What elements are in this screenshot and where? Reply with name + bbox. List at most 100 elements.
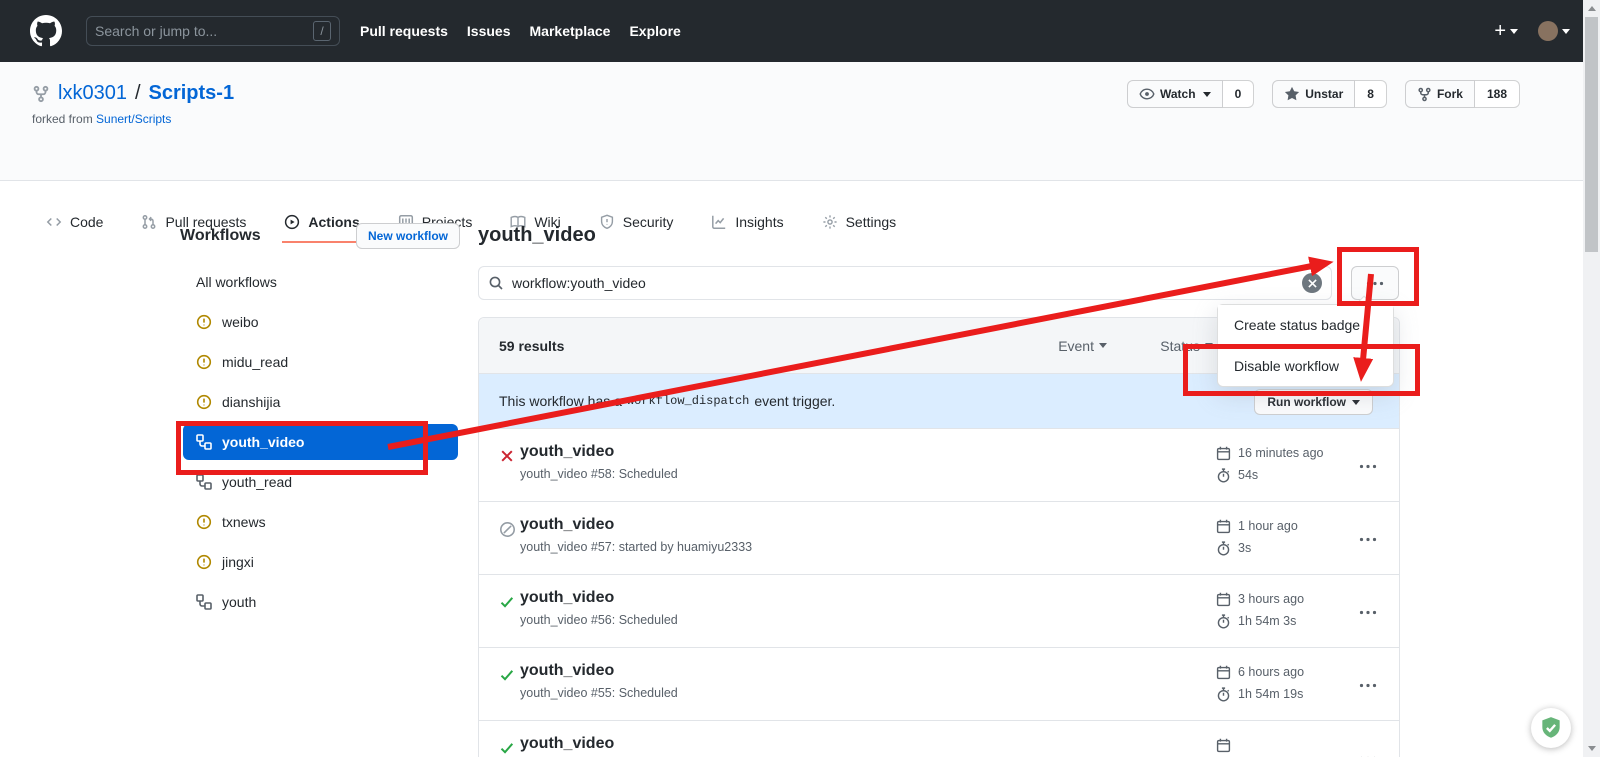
check-icon [499,740,515,757]
runs-search-input[interactable] [512,275,1294,291]
forked-from-note: forked from Sunert/Scripts [32,112,171,126]
alert-icon [196,314,212,330]
tab-code[interactable]: Code [44,202,105,243]
top-nav-links: Pull requests Issues Marketplace Explore [360,23,681,39]
chevron-down-icon [1562,29,1570,34]
unstar-button[interactable]: Unstar [1272,80,1355,108]
topbar-right-controls: + [1494,21,1570,41]
plus-icon: + [1494,21,1506,41]
chevron-down-icon [1352,400,1360,405]
sidebar-item-youth[interactable]: youth [180,582,460,622]
chevron-down-icon [1099,343,1107,348]
gear-icon [822,214,838,230]
run-meta [1216,734,1238,757]
nav-issues[interactable]: Issues [467,23,511,39]
run-info: youth_video youth_video #56: Scheduled [520,589,678,627]
calendar-icon [1216,665,1231,680]
fork-label: Fork [1437,87,1463,101]
top-navigation-bar: / Pull requests Issues Marketplace Explo… [0,0,1600,62]
create-new-dropdown[interactable]: + [1494,21,1518,41]
star-count[interactable]: 8 [1355,80,1387,108]
run-options-button[interactable] [1359,456,1377,474]
annotation-box-youth-video [176,421,428,475]
new-workflow-button[interactable]: New workflow [356,223,460,249]
user-menu[interactable] [1538,21,1570,41]
repo-owner-link[interactable]: lxk0301 [58,82,127,105]
fork-count[interactable]: 188 [1475,80,1520,108]
run-description: youth_video #55: Scheduled [520,686,678,700]
menu-item-create-status-badge[interactable]: Create status badge [1218,305,1393,345]
sidebar-item-dianshijia[interactable]: dianshijia [180,382,460,422]
run-options-button[interactable] [1359,675,1377,693]
watch-button[interactable]: Watch [1127,80,1223,108]
scrollbar-thumb[interactable] [1585,17,1598,252]
run-workflow-label: Run workflow [1267,395,1346,409]
run-title-link[interactable]: youth_video [520,589,678,607]
sidebar-item-txnews[interactable]: txnews [180,502,460,542]
sidebar-item-weibo[interactable]: weibo [180,302,460,342]
run-options-button[interactable] [1359,748,1377,757]
adblock-shield-button[interactable] [1531,708,1571,748]
scrollbar-up-arrow[interactable] [1583,0,1600,17]
run-duration: 54s [1238,468,1258,482]
fork-source-link[interactable]: Sunert/Scripts [96,112,171,126]
sidebar-item-jingxi[interactable]: jingxi [180,542,460,582]
global-search-input[interactable] [95,23,313,39]
runs-search-box [478,266,1332,300]
fork-button[interactable]: Fork [1405,80,1475,108]
stopwatch-icon [1216,541,1231,556]
repo-tabs: Code Pull requests Actions Projects Wiki… [44,202,898,243]
forked-from-text: forked from [32,112,93,126]
fork-button-group: Fork 188 [1405,80,1520,108]
run-title-link[interactable]: youth_video [520,516,752,534]
nav-explore[interactable]: Explore [629,23,680,39]
run-info: youth_video youth_video #57: started by … [520,516,752,554]
run-title-link[interactable]: youth_video [520,662,678,680]
scrollbar-down-arrow[interactable] [1583,740,1600,757]
unstar-label: Unstar [1305,87,1343,101]
event-filter-dropdown[interactable]: Event [1058,338,1107,354]
chevron-down-icon [1203,92,1211,97]
repo-name-link[interactable]: Scripts-1 [149,82,235,105]
sidebar-item-all-workflows[interactable]: All workflows [180,262,460,302]
workflows-title: Workflows [180,227,261,245]
run-meta: 6 hours ago 1h 54m 19s [1216,661,1304,705]
sidebar-item-midu-read[interactable]: midu_read [180,342,460,382]
results-count: 59 results [499,338,564,354]
tab-security[interactable]: Security [597,202,676,243]
nav-pull-requests[interactable]: Pull requests [360,23,448,39]
alert-icon [196,514,212,530]
star-icon [1284,86,1300,102]
run-options-button[interactable] [1359,602,1377,620]
page-scrollbar[interactable] [1583,0,1600,757]
alert-icon [196,554,212,570]
banner-text: This workflow has a [499,393,622,409]
annotation-box-options-button [1337,247,1419,306]
run-meta: 1 hour ago 3s [1216,515,1298,559]
tab-label: Security [623,214,674,230]
repo-action-buttons: Watch 0 Unstar 8 Fo [1127,80,1520,108]
repository-header: lxk0301 / Scripts-1 forked from Sunert/S… [0,62,1600,181]
avatar [1538,21,1558,41]
clear-search-button[interactable] [1302,273,1322,293]
page-title: youth_video [478,224,596,247]
run-title-link[interactable]: youth_video [520,443,678,461]
annotation-box-disable-workflow [1183,344,1420,396]
tab-insights[interactable]: Insights [709,202,785,243]
tab-settings[interactable]: Settings [820,202,899,243]
star-button-group: Unstar 8 [1272,80,1387,108]
run-info: youth_video [520,735,614,757]
run-title-link[interactable]: youth_video [520,735,614,753]
run-row: youth_video youth_video #58: Scheduled 1… [479,428,1399,501]
banner-text: event trigger. [754,393,835,409]
alert-icon [196,354,212,370]
run-options-button[interactable] [1359,529,1377,547]
github-logo-icon[interactable] [30,15,62,47]
workflow-icon [196,474,212,490]
run-description: youth_video #58: Scheduled [520,467,678,481]
workflow-icon [196,594,212,610]
check-icon [499,594,515,615]
nav-marketplace[interactable]: Marketplace [530,23,611,39]
watch-count[interactable]: 0 [1223,80,1255,108]
banner-code: workflow_dispatch [627,394,749,408]
